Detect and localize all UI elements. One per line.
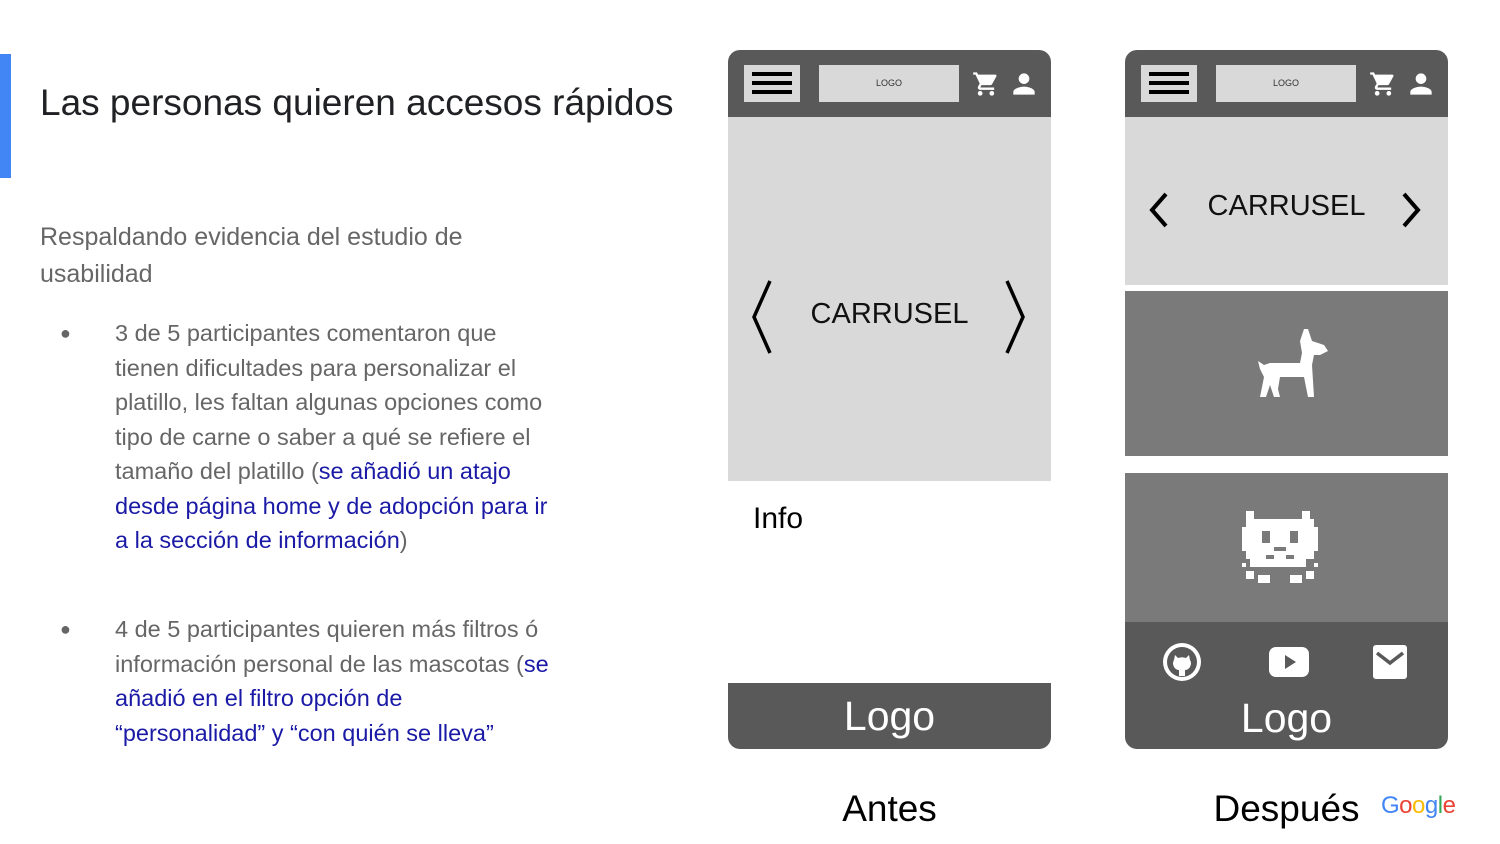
footer-logo: Logo [1240, 695, 1333, 741]
mockup-after: LOGO CARRUSEL Logo [1125, 50, 1448, 749]
mockup-footer: Logo [1125, 622, 1448, 749]
mockup-before: LOGO CARRUSEL Info Logo [728, 50, 1051, 749]
chevron-left-icon[interactable] [1149, 192, 1169, 228]
carousel-label: CARRUSEL [1207, 190, 1366, 222]
chevron-right-icon[interactable] [1401, 192, 1421, 228]
mockup-header: LOGO [728, 50, 1051, 117]
carousel[interactable]: CARRUSEL [728, 117, 1051, 481]
bullet-marker: ● [60, 323, 71, 343]
github-icon[interactable] [1161, 641, 1203, 683]
slide-title: Las personas quieren accesos rápidos [40, 82, 674, 123]
hamburger-menu-icon[interactable] [744, 65, 800, 102]
hamburger-menu-icon[interactable] [1141, 65, 1197, 102]
bullet-marker: ● [60, 619, 71, 639]
header-logo-placeholder: LOGO [1216, 65, 1356, 102]
category-tile-dogs[interactable] [1125, 291, 1448, 456]
caption-before: Antes [842, 788, 937, 829]
bullet-text: 3 de 5 participantes comentaron que tien… [115, 320, 548, 553]
mail-icon[interactable] [1373, 645, 1407, 679]
carousel-label: CARRUSEL [810, 298, 969, 330]
accent-bar [0, 54, 11, 178]
chevron-right-icon[interactable] [1003, 279, 1027, 355]
dog-icon [1258, 329, 1328, 397]
chevron-left-icon[interactable] [750, 279, 774, 355]
youtube-icon[interactable] [1268, 646, 1310, 678]
cart-icon[interactable] [1369, 70, 1397, 98]
mockup-header: LOGO [1125, 50, 1448, 117]
footer-logo: Logo [728, 683, 1051, 749]
user-icon[interactable] [1008, 68, 1040, 100]
slide-intro: Respaldando evidencia del estudio de usa… [40, 223, 463, 288]
google-logo: Google [1381, 792, 1456, 819]
carousel[interactable]: CARRUSEL [1125, 117, 1448, 285]
user-icon[interactable] [1405, 68, 1437, 100]
bullet-text: 4 de 5 participantes quieren más filtros… [115, 616, 549, 746]
category-tile-cats[interactable] [1125, 473, 1448, 623]
header-logo-placeholder: LOGO [819, 65, 959, 102]
cat-icon [1242, 511, 1318, 583]
cart-icon[interactable] [972, 70, 1000, 98]
info-label: Info [753, 502, 804, 535]
